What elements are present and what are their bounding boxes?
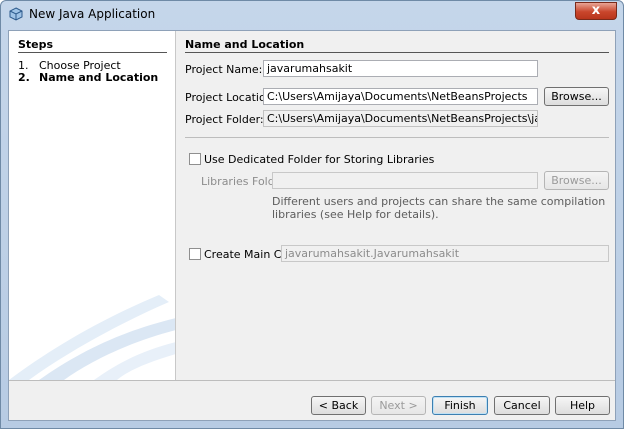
step-name-and-location: 2. Name and Location <box>18 71 158 84</box>
libraries-note-line2: libraries (see Help for details). <box>272 208 439 221</box>
main-class-input[interactable]: javarumahsakit.Javarumahsakit <box>281 245 609 262</box>
dedicated-folder-label[interactable]: Use Dedicated Folder for Storing Librari… <box>204 153 434 166</box>
project-name-input[interactable]: javarumahsakit <box>263 60 538 77</box>
finish-button[interactable]: Finish <box>432 396 488 415</box>
create-main-class-checkbox[interactable] <box>189 248 201 260</box>
project-location-browse-button[interactable]: Browse... <box>544 87 609 106</box>
steps-panel: Steps 1. Choose Project 2. Name and Locati… <box>9 31 176 380</box>
dialog-client: Steps 1. Choose Project 2. Name and Locati… <box>8 30 616 421</box>
project-folder-label: Project Folder: <box>185 113 264 126</box>
libraries-folder-input[interactable] <box>272 172 538 189</box>
project-folder-field: C:\Users\Amijaya\Documents\NetBeansProje… <box>263 110 538 127</box>
window-title: New Java Application <box>29 7 156 21</box>
step-label: Name and Location <box>39 71 159 84</box>
section-title: Name and Location <box>185 38 305 51</box>
back-button[interactable]: < Back <box>311 396 366 415</box>
section-separator <box>185 137 609 138</box>
name-and-location-panel: Name and Location Project Name: javaruma… <box>177 31 615 380</box>
close-button[interactable]: x <box>575 2 617 20</box>
netbeans-cube-icon <box>9 7 23 21</box>
title-bar[interactable]: New Java Application x <box>1 1 623 27</box>
section-divider <box>185 52 609 53</box>
project-name-label: Project Name: <box>185 63 263 76</box>
dialog-window: New Java Application x Steps 1. Choose Pr… <box>0 0 624 429</box>
cancel-button[interactable]: Cancel <box>494 396 550 415</box>
decorative-swoosh-graphic <box>9 295 175 380</box>
footer-divider <box>9 380 615 381</box>
steps-title: Steps <box>18 38 54 51</box>
libraries-browse-button[interactable]: Browse... <box>544 171 609 190</box>
step-number: 2. <box>18 71 30 84</box>
dedicated-folder-checkbox[interactable] <box>189 153 201 165</box>
steps-divider <box>18 52 167 53</box>
project-location-input[interactable]: C:\Users\Amijaya\Documents\NetBeansProje… <box>263 88 538 105</box>
libraries-note-line1: Different users and projects can share t… <box>272 195 606 208</box>
help-button[interactable]: Help <box>555 396 610 415</box>
next-button[interactable]: Next > <box>371 396 426 415</box>
